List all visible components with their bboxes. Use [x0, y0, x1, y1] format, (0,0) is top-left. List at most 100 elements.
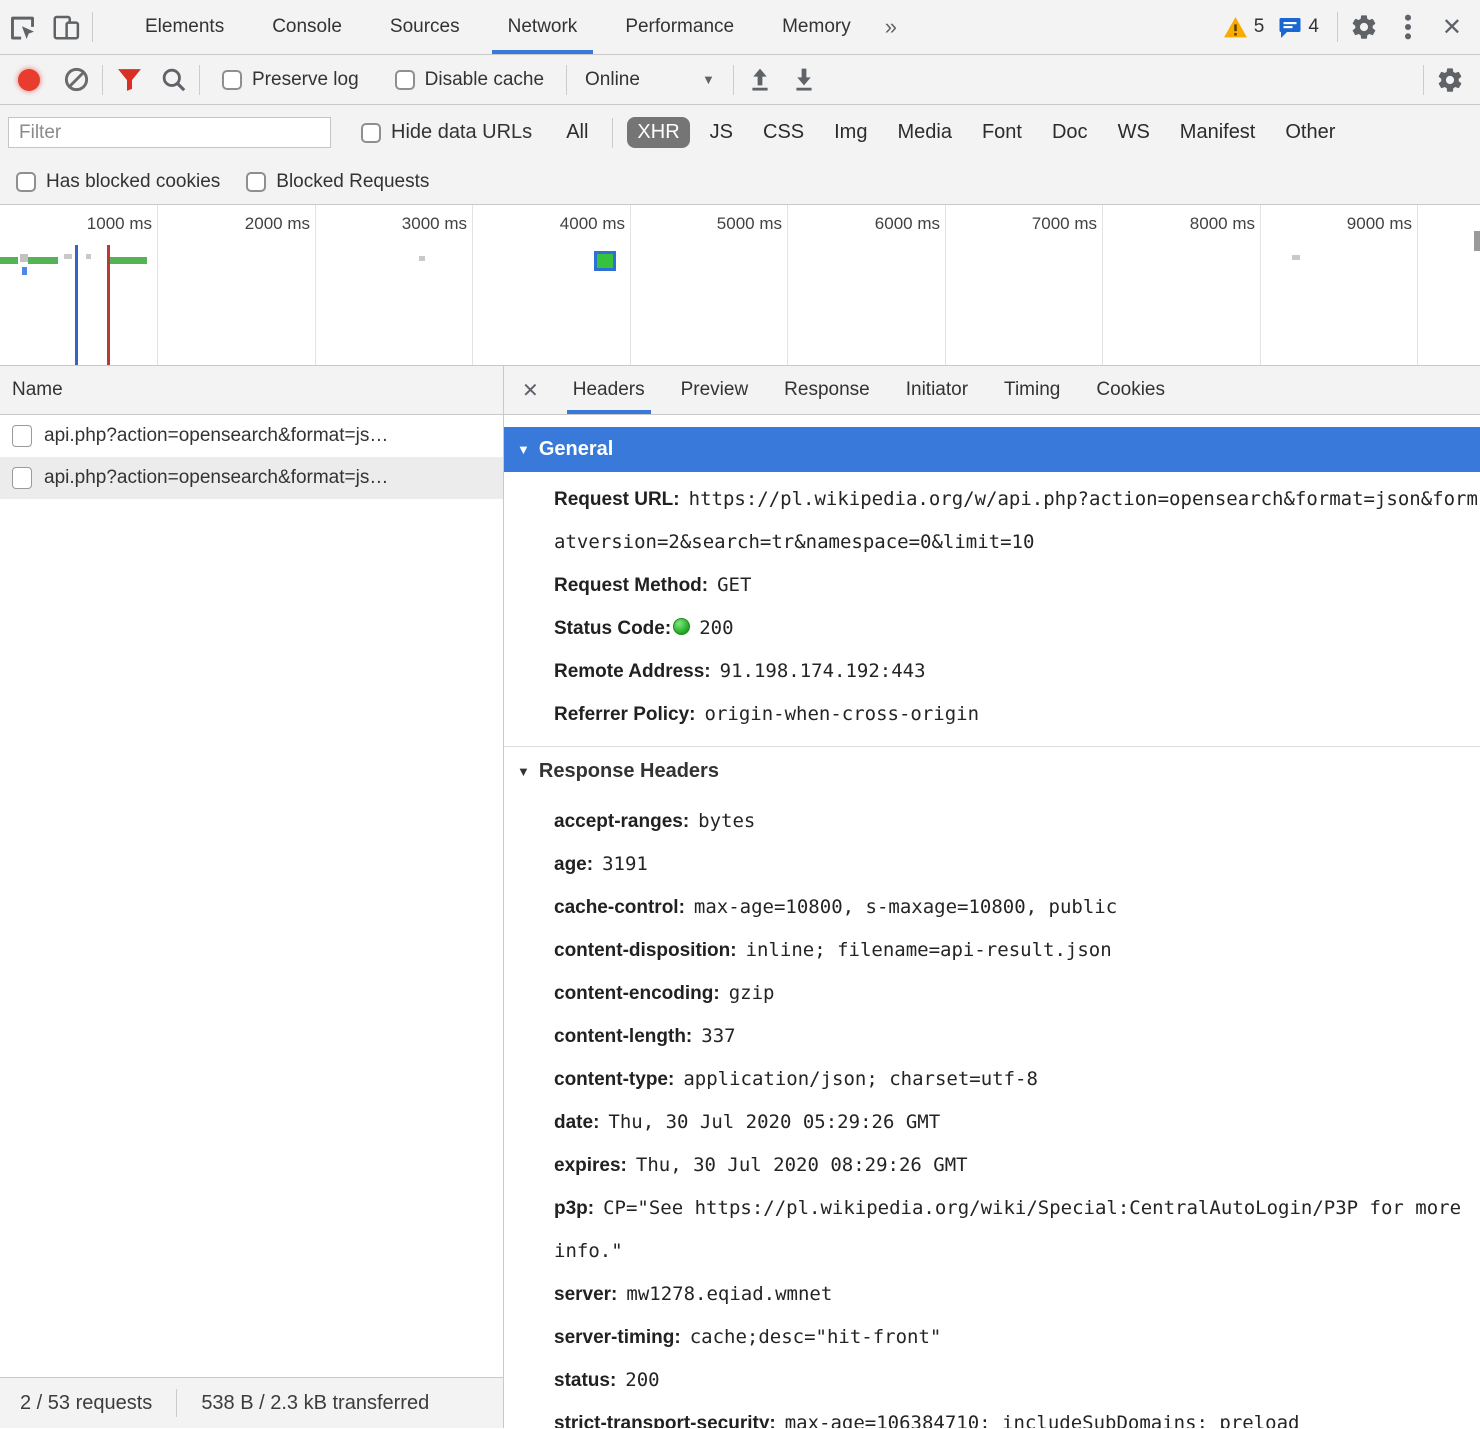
kebab-menu-icon [1404, 13, 1412, 41]
has-blocked-cookies-checkbox[interactable]: Has blocked cookies [16, 171, 220, 193]
gear-icon [1350, 13, 1378, 41]
filter-type-doc[interactable]: Doc [1042, 117, 1098, 148]
header-field: cache-control:max-age=10800, s-maxage=10… [504, 886, 1480, 929]
close-devtools-button[interactable]: ✕ [1430, 13, 1474, 42]
more-options-button[interactable] [1386, 0, 1430, 54]
preserve-log-label: Preserve log [252, 69, 359, 91]
field-value: inline; filename=api-result.json [746, 939, 1112, 961]
filter-toggle-button[interactable] [107, 53, 151, 107]
filter-type-css[interactable]: CSS [753, 117, 814, 148]
detail-tab-response[interactable]: Response [766, 366, 888, 414]
requests-count: 2 / 53 requests [20, 1392, 152, 1415]
close-detail-button[interactable]: ✕ [504, 378, 555, 403]
network-overview-timeline[interactable]: 1000 ms 2000 ms 3000 ms 4000 ms 5000 ms … [0, 205, 1480, 366]
throttling-value: Online [585, 69, 640, 91]
export-har-button[interactable] [782, 53, 826, 107]
timeline-activity-mark [1292, 255, 1300, 260]
clear-icon [63, 66, 90, 93]
timeline-tick-label: 1000 ms [0, 214, 152, 234]
disable-cache-checkbox[interactable]: Disable cache [395, 69, 544, 91]
tab-performance[interactable]: Performance [601, 0, 758, 54]
toolbar-divider [199, 65, 200, 95]
toolbar-divider [566, 65, 567, 95]
tab-console[interactable]: Console [248, 0, 366, 54]
field-label: Request URL: [554, 489, 689, 510]
request-checkbox[interactable] [12, 467, 32, 489]
blocked-requests-checkbox[interactable]: Blocked Requests [246, 171, 429, 193]
blocked-requests-label: Blocked Requests [276, 171, 429, 193]
section-separator [504, 746, 1480, 747]
devtools-window: Elements Console Sources Network Perform… [0, 0, 1480, 1429]
messages-badge[interactable]: 4 [1278, 15, 1319, 39]
hide-data-urls-checkbox[interactable]: Hide data URLs [361, 121, 532, 144]
detail-tab-headers[interactable]: Headers [555, 366, 663, 414]
filter-type-other[interactable]: Other [1275, 117, 1345, 148]
inspect-element-button[interactable] [0, 0, 44, 54]
more-tabs-icon[interactable]: » [875, 14, 907, 40]
status-ok-dot-icon [673, 618, 690, 635]
request-row[interactable]: api.php?action=opensearch&format=js… [0, 415, 503, 457]
import-har-button[interactable] [738, 53, 782, 107]
field-value: Thu, 30 Jul 2020 08:29:26 GMT [636, 1154, 968, 1176]
general-section-title: General [539, 438, 613, 461]
request-checkbox[interactable] [12, 425, 32, 447]
response-headers-section-header[interactable]: ▼ Response Headers [504, 749, 1480, 794]
field-label: p3p: [554, 1198, 603, 1219]
general-section-header[interactable]: ▼ General [504, 427, 1480, 472]
header-field: expires:Thu, 30 Jul 2020 08:29:26 GMT [504, 1144, 1480, 1187]
tabbar-divider [1337, 12, 1338, 42]
device-toolbar-button[interactable] [44, 0, 88, 54]
field-label: age: [554, 854, 602, 875]
clear-network-log-button[interactable] [54, 53, 98, 107]
detail-tab-preview[interactable]: Preview [663, 366, 767, 414]
field-value: CP="See https://pl.wikipedia.org/wiki/Sp… [554, 1197, 1461, 1262]
tab-elements[interactable]: Elements [121, 0, 248, 54]
tabbar-divider [92, 12, 93, 42]
header-field: p3p:CP="See https://pl.wikipedia.org/wik… [504, 1187, 1480, 1273]
filter-type-all[interactable]: All [556, 117, 598, 148]
filter-type-font[interactable]: Font [972, 117, 1032, 148]
field-label: Remote Address: [554, 661, 720, 682]
field-value: max-age=10800, s-maxage=10800, public [694, 896, 1117, 918]
detail-tab-timing[interactable]: Timing [986, 366, 1078, 414]
field-label: status: [554, 1370, 625, 1391]
header-field: age:3191 [504, 843, 1480, 886]
settings-button[interactable] [1342, 0, 1386, 54]
message-count: 4 [1308, 16, 1319, 38]
network-settings-button[interactable] [1428, 53, 1472, 107]
field-value: 337 [701, 1025, 735, 1047]
transferred-size: 538 B / 2.3 kB transferred [201, 1392, 429, 1415]
header-field: content-encoding:gzip [504, 972, 1480, 1015]
field-label: Request Method: [554, 575, 717, 596]
detail-tab-cookies[interactable]: Cookies [1078, 366, 1183, 414]
filter-type-manifest[interactable]: Manifest [1170, 117, 1266, 148]
header-field: Status Code:200 [504, 607, 1480, 650]
filter-type-xhr[interactable]: XHR [627, 117, 689, 148]
detail-tab-initiator[interactable]: Initiator [888, 366, 986, 414]
name-column-header[interactable]: Name [0, 366, 503, 415]
tab-memory[interactable]: Memory [758, 0, 875, 54]
search-button[interactable] [151, 53, 195, 107]
hide-data-urls-label: Hide data URLs [391, 121, 532, 144]
filter-type-ws[interactable]: WS [1108, 117, 1160, 148]
throttling-dropdown[interactable]: Online ▼ [585, 69, 715, 91]
record-network-log-button[interactable] [18, 69, 40, 91]
tab-network[interactable]: Network [484, 0, 602, 54]
toolbar-divider [102, 65, 103, 95]
timeline-tick-label: 9000 ms [1259, 214, 1412, 234]
field-value: https://pl.wikipedia.org/w/api.php?actio… [554, 488, 1478, 553]
filter-type-img[interactable]: Img [824, 117, 877, 148]
tab-sources[interactable]: Sources [366, 0, 484, 54]
field-value: GET [717, 574, 751, 596]
request-row[interactable]: api.php?action=opensearch&format=js… [0, 457, 503, 499]
message-bubble-icon [1278, 15, 1302, 39]
checkbox [361, 123, 381, 143]
statusbar-divider [176, 1389, 177, 1417]
filter-input[interactable] [8, 117, 331, 148]
field-label: content-encoding: [554, 983, 729, 1004]
warnings-badge[interactable]: 5 [1223, 16, 1265, 39]
filter-type-media[interactable]: Media [887, 117, 961, 148]
preserve-log-checkbox[interactable]: Preserve log [222, 69, 359, 91]
upload-icon [747, 66, 773, 93]
filter-type-js[interactable]: JS [700, 117, 743, 148]
